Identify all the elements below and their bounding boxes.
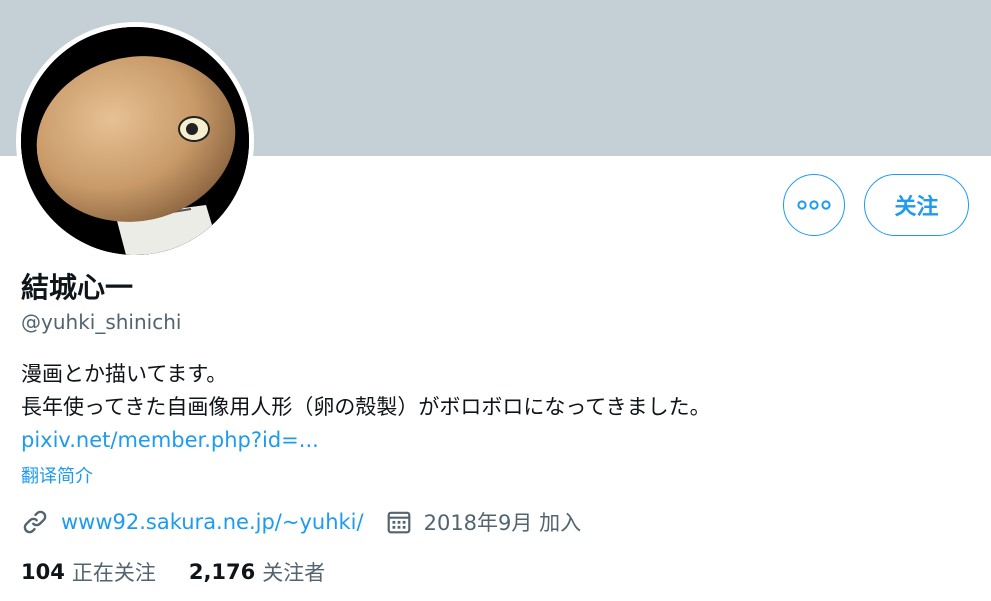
link-icon — [21, 508, 49, 536]
bio-line-2: 長年使ってきた自画像用人形（卵の殻製）がボロボロになってきました。 — [21, 395, 711, 419]
calendar-icon — [386, 509, 412, 535]
avatar-border — [16, 22, 254, 260]
website-link[interactable]: www92.sakura.ne.jp/~yuhki/ — [61, 510, 364, 534]
follow-stats: 104 正在关注 2,176 关注者 — [21, 557, 325, 587]
website-item: www92.sakura.ne.jp/~yuhki/ — [21, 508, 364, 536]
more-horizontal-icon — [797, 200, 831, 210]
follow-button-label: 关注 — [894, 195, 939, 220]
followers-label: 关注者 — [262, 561, 326, 585]
avatar-egg-doll-image — [21, 27, 249, 255]
following-count: 104 — [21, 560, 65, 584]
profile-bio: 漫画とか描いてます。 長年使ってきた自画像用人形（卵の殻製）がボロボロになってき… — [21, 358, 711, 457]
profile-page: 关注 結城心一 @yuhki_shinichi 漫画とか描いてます。 長年使って… — [0, 0, 991, 601]
bio-pixiv-link[interactable]: pixiv.net/member.php?id=... — [21, 424, 711, 457]
more-options-button[interactable] — [783, 174, 845, 236]
follow-button[interactable]: 关注 — [864, 174, 969, 236]
followers-count: 2,176 — [188, 560, 256, 584]
user-handle: @yuhki_shinichi — [21, 310, 182, 334]
bio-line-1: 漫画とか描いてます。 — [21, 362, 228, 386]
following-stat[interactable]: 104 正在关注 — [21, 557, 156, 587]
joined-date-item: 2018年9月 加入 — [386, 507, 581, 537]
profile-meta: www92.sakura.ne.jp/~yuhki/ 2018年9月 加入 — [21, 506, 581, 538]
translate-bio-link[interactable]: 翻译简介 — [21, 462, 93, 488]
following-label: 正在关注 — [71, 561, 156, 585]
joined-date-text: 2018年9月 加入 — [423, 511, 582, 535]
display-name: 結城心一 — [21, 271, 134, 304]
followers-stat[interactable]: 2,176 关注者 — [189, 557, 325, 587]
avatar[interactable] — [21, 27, 249, 255]
